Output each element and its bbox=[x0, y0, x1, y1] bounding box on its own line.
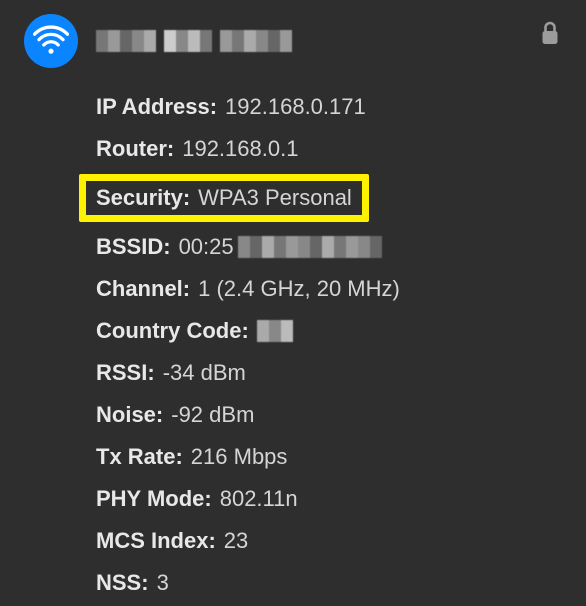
phy-mode-value: 802.11n bbox=[220, 488, 298, 510]
bssid-value-prefix: 00:25 bbox=[179, 236, 234, 258]
tx-rate-label: Tx Rate: bbox=[96, 446, 183, 468]
noise-value: -92 dBm bbox=[171, 404, 254, 426]
nss-value: 3 bbox=[157, 572, 169, 594]
wifi-details-list: IP Address: 192.168.0.171 Router: 192.16… bbox=[0, 76, 586, 604]
network-ssid bbox=[96, 30, 292, 52]
wifi-icon bbox=[24, 14, 78, 68]
channel-label: Channel: bbox=[96, 278, 190, 300]
ssid-redacted bbox=[96, 30, 292, 52]
ip-address-label: IP Address: bbox=[96, 96, 217, 118]
country-code-redacted bbox=[257, 320, 293, 342]
router-value: 192.168.0.1 bbox=[182, 138, 298, 160]
row-ip-address: IP Address: 192.168.0.171 bbox=[96, 86, 566, 128]
bssid-redacted-suffix bbox=[238, 236, 382, 258]
phy-mode-label: PHY Mode: bbox=[96, 488, 212, 510]
row-phy-mode: PHY Mode: 802.11n bbox=[96, 478, 566, 520]
security-highlight-box: Security: WPA3 Personal bbox=[79, 174, 369, 222]
country-code-label: Country Code: bbox=[96, 320, 249, 342]
rssi-label: RSSI: bbox=[96, 362, 155, 384]
row-channel: Channel: 1 (2.4 GHz, 20 MHz) bbox=[96, 268, 566, 310]
noise-label: Noise: bbox=[96, 404, 163, 426]
row-country-code: Country Code: bbox=[96, 310, 566, 352]
row-tx-rate: Tx Rate: 216 Mbps bbox=[96, 436, 566, 478]
row-mcs-index: MCS Index: 23 bbox=[96, 520, 566, 562]
router-label: Router: bbox=[96, 138, 174, 160]
row-bssid: BSSID: 00:25 bbox=[96, 226, 566, 268]
row-nss: NSS: 3 bbox=[96, 562, 566, 604]
row-rssi: RSSI: -34 dBm bbox=[96, 352, 566, 394]
row-security: Security: WPA3 Personal bbox=[96, 187, 352, 209]
lock-icon bbox=[540, 20, 560, 51]
mcs-index-value: 23 bbox=[224, 530, 248, 552]
wifi-panel-header bbox=[0, 0, 586, 76]
rssi-value: -34 dBm bbox=[163, 362, 246, 384]
ip-address-value: 192.168.0.171 bbox=[225, 96, 366, 118]
nss-label: NSS: bbox=[96, 572, 149, 594]
row-noise: Noise: -92 dBm bbox=[96, 394, 566, 436]
row-router: Router: 192.168.0.1 bbox=[96, 128, 566, 170]
security-value: WPA3 Personal bbox=[198, 187, 352, 209]
tx-rate-value: 216 Mbps bbox=[191, 446, 288, 468]
security-label: Security: bbox=[96, 187, 190, 209]
channel-value: 1 (2.4 GHz, 20 MHz) bbox=[198, 278, 400, 300]
mcs-index-label: MCS Index: bbox=[96, 530, 216, 552]
bssid-label: BSSID: bbox=[96, 236, 171, 258]
